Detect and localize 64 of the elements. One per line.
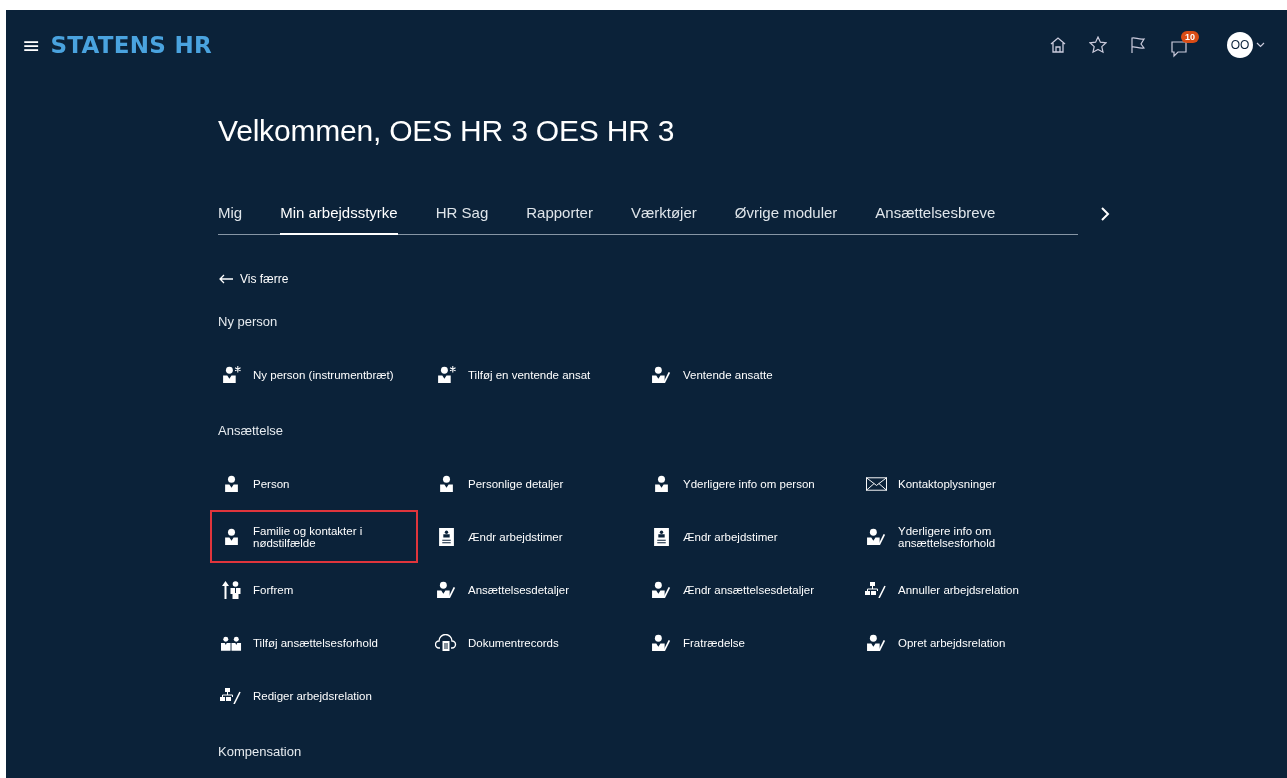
- person-icon: [652, 475, 670, 492]
- menu-link[interactable]: Ansættelsesdetaljer: [425, 563, 633, 616]
- star-icon[interactable]: [1089, 36, 1107, 54]
- menu-link[interactable]: Opret arbejdsrelation: [855, 616, 1063, 669]
- menu-link[interactable]: Fratrædelse: [640, 616, 848, 669]
- tab[interactable]: Øvrige moduler: [734, 204, 838, 235]
- tab[interactable]: Værktøjer: [630, 204, 697, 235]
- flag-icon[interactable]: [1129, 36, 1147, 54]
- envelope-icon: [865, 476, 887, 491]
- tab[interactable]: HR Sag: [435, 204, 489, 235]
- person-icon: [222, 528, 240, 545]
- menu-link[interactable]: Ændr arbejdstimer: [425, 510, 633, 563]
- person-edit-icon: [865, 634, 887, 651]
- back-link[interactable]: Vis færre: [218, 272, 289, 286]
- arrow-left-icon: [218, 274, 234, 284]
- tab[interactable]: Rapporter: [526, 204, 593, 235]
- caret-down-icon[interactable]: [1256, 42, 1265, 48]
- menu-link[interactable]: Familie og kontakter i nødstilfælde: [210, 510, 418, 563]
- menu-link[interactable]: Ændr arbejdstimer: [640, 510, 848, 563]
- cloud-document-icon: [435, 633, 457, 652]
- tab[interactable]: Ansættelsesbreve: [875, 204, 996, 235]
- id-card-icon: [438, 527, 454, 546]
- avatar: OO: [1227, 32, 1253, 58]
- person-icon: [222, 475, 240, 492]
- section-heading: Ansættelse: [218, 423, 285, 438]
- org-chart-edit-icon: [220, 687, 242, 704]
- menu-link[interactable]: Personlige detaljer: [425, 457, 633, 510]
- welcome-heading: Velkommen, OES HR 3 OES HR 3: [218, 114, 676, 148]
- person-edit-icon: [865, 528, 887, 545]
- menu-link[interactable]: Yderligere info om ansættelsesforhold: [855, 510, 1063, 563]
- menu-link[interactable]: Rediger arbejdsrelation: [210, 669, 418, 722]
- person-icon: [437, 475, 455, 492]
- promote-icon: [220, 580, 242, 599]
- person-add-icon: [435, 366, 457, 383]
- menu-link[interactable]: Ændr ansættelsesdetaljer: [640, 563, 848, 616]
- menu-link[interactable]: Dokumentrecords: [425, 616, 633, 669]
- menu-link[interactable]: Annuller arbejdsrelation: [855, 563, 1063, 616]
- notification-icon-button[interactable]: 10: [1169, 31, 1199, 59]
- menu-button[interactable]: ≡: [22, 32, 41, 58]
- chat-icon[interactable]: [1169, 39, 1189, 59]
- menu-link[interactable]: Forfrem: [210, 563, 418, 616]
- brand-title: STATENS HR: [50, 32, 213, 58]
- menu-link[interactable]: Tilføj en ventende ansat: [425, 348, 633, 401]
- org-chart-edit-icon: [865, 581, 887, 598]
- menu-link[interactable]: Ventende ansatte: [640, 348, 848, 401]
- person-edit-icon: [650, 634, 672, 651]
- notification-count-badge: 10: [1181, 31, 1199, 43]
- menu-link[interactable]: Person: [210, 457, 418, 510]
- menu-link[interactable]: Tilføj ansættelsesforhold: [210, 616, 418, 669]
- person-edit-icon: [435, 581, 457, 598]
- user-menu-button[interactable]: OO: [1227, 32, 1265, 58]
- id-card-icon: [653, 527, 669, 546]
- person-edit-icon: [650, 366, 672, 383]
- tab[interactable]: Mig: [218, 204, 243, 235]
- section-heading: Kompensation: [218, 744, 303, 759]
- person-add-icon: [220, 366, 242, 383]
- two-people-icon: [220, 634, 242, 651]
- tab[interactable]: Min arbejdsstyrke: [280, 204, 398, 235]
- home-icon[interactable]: [1049, 36, 1067, 54]
- section-heading: Ny person: [218, 314, 279, 329]
- person-edit-icon: [650, 581, 672, 598]
- menu-link[interactable]: Kontaktoplysninger: [855, 457, 1063, 510]
- menu-link[interactable]: Yderligere info om person: [640, 457, 848, 510]
- menu-link[interactable]: Ny person (instrumentbræt): [210, 348, 418, 401]
